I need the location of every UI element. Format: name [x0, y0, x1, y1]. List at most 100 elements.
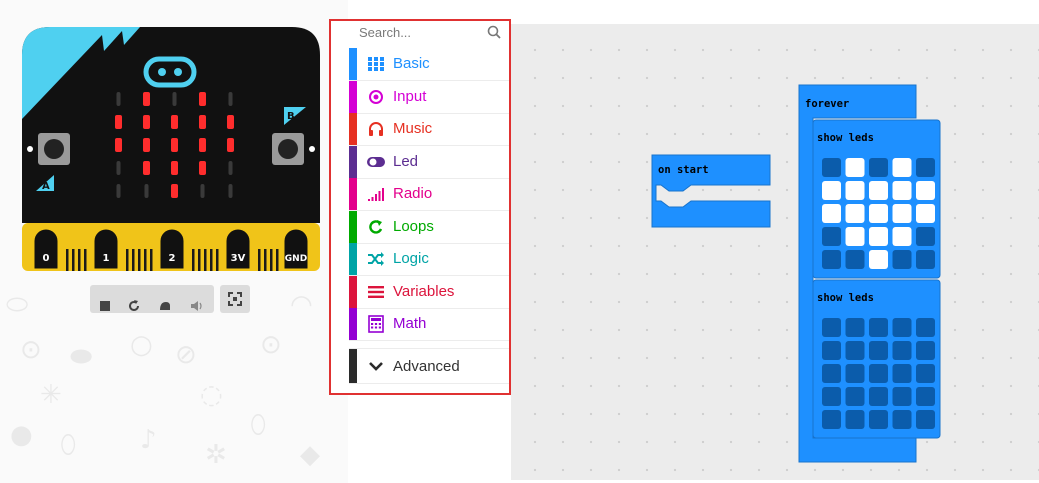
- led-cell-off[interactable]: [916, 341, 935, 360]
- led-cell-off[interactable]: [845, 341, 865, 360]
- led-cell-on[interactable]: [845, 227, 865, 246]
- led-cell-off[interactable]: [822, 158, 841, 177]
- on-start-block[interactable]: on start: [651, 154, 771, 228]
- category-logic[interactable]: Logic: [349, 243, 509, 276]
- fullscreen-button[interactable]: [220, 285, 250, 313]
- led-cell-off[interactable]: [916, 364, 935, 383]
- led-cell-on[interactable]: [892, 181, 912, 200]
- led-cell-off[interactable]: [869, 410, 888, 429]
- category-math[interactable]: Math: [349, 308, 509, 341]
- led-cell-off[interactable]: [845, 387, 865, 406]
- pin-strip: [132, 249, 135, 271]
- led-cell-off[interactable]: [916, 387, 935, 406]
- headphones-icon: [367, 120, 385, 138]
- led-cell-on[interactable]: [845, 204, 865, 223]
- button-a-label: A: [42, 181, 50, 192]
- led-on: [199, 161, 206, 175]
- pin-strip: [138, 249, 141, 271]
- category-loops[interactable]: Loops: [349, 210, 509, 244]
- category-advanced[interactable]: Advanced: [349, 348, 509, 384]
- led-cell-off[interactable]: [845, 410, 865, 429]
- pin-strip: [258, 249, 261, 271]
- led-cell-off[interactable]: [845, 364, 865, 383]
- led-cell-off[interactable]: [845, 250, 865, 269]
- led-cell-off[interactable]: [822, 318, 841, 337]
- led-cell-on[interactable]: [916, 181, 935, 200]
- block-canvas: on start forever show leds show leds: [651, 84, 941, 463]
- led-cell-on[interactable]: [869, 250, 888, 269]
- led-cell-off[interactable]: [869, 318, 888, 337]
- led-cell-off[interactable]: [916, 158, 935, 177]
- led-cell-off[interactable]: [869, 387, 888, 406]
- simulator-toolbar: [90, 285, 250, 313]
- pin-1[interactable]: 1: [89, 224, 123, 274]
- blocks-workspace[interactable]: on start forever show leds show leds: [511, 24, 1039, 480]
- led-cell-off[interactable]: [892, 250, 912, 269]
- category-variables[interactable]: Variables: [349, 275, 509, 309]
- led-cell-off[interactable]: [916, 250, 935, 269]
- search-input[interactable]: [359, 22, 479, 42]
- led-cell-off[interactable]: [916, 227, 935, 246]
- led-cell-on[interactable]: [892, 158, 912, 177]
- slowmo-icon[interactable]: [158, 285, 172, 327]
- led-cell-on[interactable]: [869, 181, 888, 200]
- led-cell-on[interactable]: [869, 227, 888, 246]
- led-cell-off[interactable]: [822, 364, 841, 383]
- on-start-label: on start: [658, 164, 709, 176]
- decoration-glyph: ⊙: [20, 335, 42, 365]
- led-on: [143, 138, 150, 152]
- led-cell-off[interactable]: [892, 410, 912, 429]
- category-label: Basic: [393, 55, 430, 72]
- led-cell-off[interactable]: [822, 410, 841, 429]
- show-leds-block-1[interactable]: show leds: [812, 119, 941, 279]
- led-cell-on[interactable]: [822, 181, 841, 200]
- led-cell-off[interactable]: [892, 341, 912, 360]
- led-cell-off[interactable]: [845, 318, 865, 337]
- pin-strip: [150, 249, 153, 271]
- mute-icon[interactable]: [190, 285, 204, 327]
- list-icon: [367, 283, 385, 301]
- forever-block[interactable]: forever show leds show leds: [798, 84, 941, 463]
- led-cell-off[interactable]: [822, 341, 841, 360]
- restart-icon[interactable]: [128, 285, 140, 327]
- category-radio[interactable]: Radio: [349, 178, 509, 211]
- pin-0[interactable]: 0: [29, 224, 63, 274]
- pin-gnd[interactable]: GND: [279, 224, 313, 274]
- led-off: [116, 92, 121, 106]
- led-cell-off[interactable]: [822, 227, 841, 246]
- led-cell-off[interactable]: [822, 250, 841, 269]
- category-basic[interactable]: Basic: [349, 48, 509, 81]
- led-on: [199, 92, 206, 106]
- led-cell-off[interactable]: [869, 158, 888, 177]
- led-cell-off[interactable]: [916, 410, 935, 429]
- led-cell-off[interactable]: [869, 364, 888, 383]
- category-input[interactable]: Input: [349, 80, 509, 114]
- led-cell-on[interactable]: [845, 181, 865, 200]
- led-cell-off[interactable]: [892, 364, 912, 383]
- led-cell-off[interactable]: [916, 318, 935, 337]
- pin-label: 0: [43, 253, 50, 264]
- category-music[interactable]: Music: [349, 113, 509, 146]
- category-label: Music: [393, 120, 433, 137]
- search-icon[interactable]: [487, 25, 501, 44]
- pin-2[interactable]: 2: [155, 224, 189, 274]
- led-cell-on[interactable]: [845, 158, 865, 177]
- show-leds-block-2[interactable]: show leds: [812, 279, 941, 439]
- signal-bars-icon: [367, 185, 385, 203]
- category-led[interactable]: Led: [349, 145, 509, 179]
- led-cell-on[interactable]: [822, 204, 841, 223]
- pin-strip: [78, 249, 81, 271]
- led-cell-on[interactable]: [892, 204, 912, 223]
- led-cell-on[interactable]: [916, 204, 935, 223]
- led-cell-off[interactable]: [869, 341, 888, 360]
- decoration-glyph: ✳: [40, 380, 62, 410]
- pin-3v[interactable]: 3V: [221, 224, 255, 274]
- pin-label: 1: [103, 253, 110, 264]
- led-cell-off[interactable]: [892, 318, 912, 337]
- stop-icon[interactable]: [99, 285, 111, 327]
- led-cell-off[interactable]: [892, 387, 912, 406]
- led-on: [171, 184, 178, 198]
- led-cell-on[interactable]: [892, 227, 912, 246]
- led-cell-off[interactable]: [822, 387, 841, 406]
- led-cell-on[interactable]: [869, 204, 888, 223]
